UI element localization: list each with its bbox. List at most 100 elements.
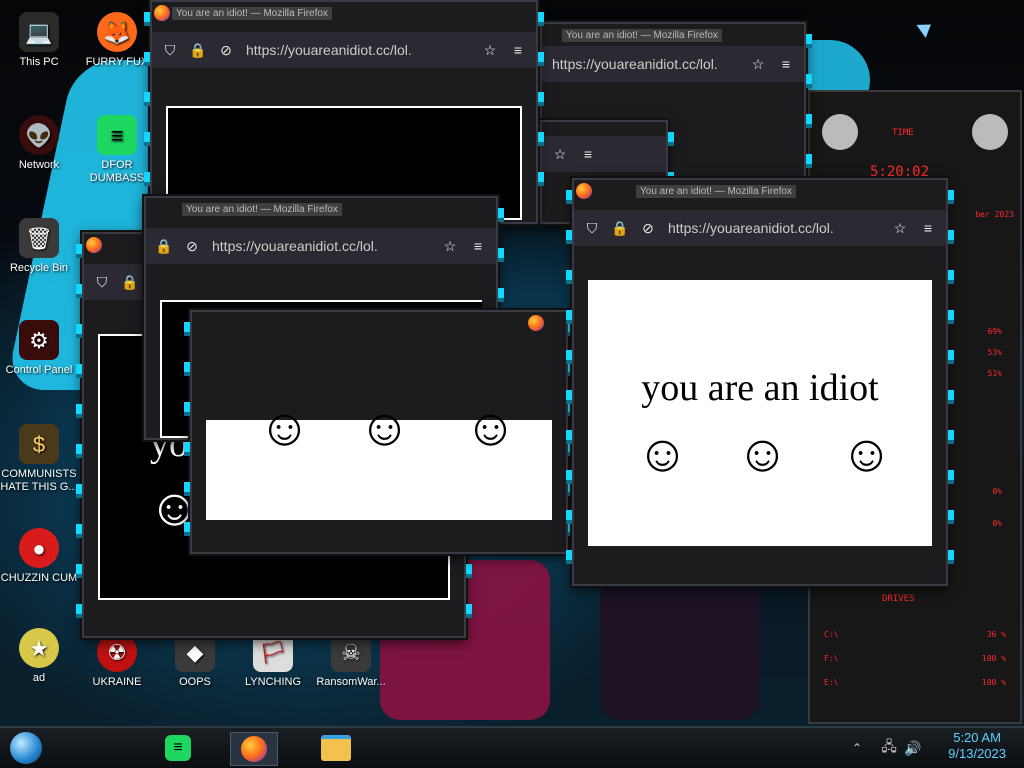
gadget-date: ber 2023 [975, 210, 1014, 219]
bookmark-star-icon[interactable]: ☆ [750, 56, 766, 72]
firefox-icon [241, 736, 267, 762]
tray-chevron[interactable]: ⌃ [848, 732, 866, 764]
desktop-icon-oops[interactable]: ◆ OOPS [156, 632, 234, 689]
menu-icon[interactable]: ≡ [580, 146, 596, 162]
window-titlebar[interactable]: You are an idiot! — Mozilla Firefox [574, 180, 946, 202]
lock-icon[interactable]: 🔒 [155, 238, 172, 254]
bookmark-star-icon[interactable]: ☆ [892, 220, 908, 236]
shield-icon[interactable]: ⛉ [162, 42, 178, 58]
desktop-icon-network[interactable]: 👽 Network [0, 115, 78, 172]
lock-icon[interactable]: 🔒 [121, 274, 138, 290]
desktop-icon-chuzzin-cum[interactable]: ● CHUZZIN CUM [0, 528, 78, 585]
browser-toolbar: 🔒 ⊘ https://youareanidiot.cc/lol. ☆ ≡ [146, 228, 496, 264]
desktop-icon-label: This PC [19, 56, 59, 68]
desktop-icon-communists[interactable]: $ COMMUNISTS HATE THIS G... [0, 424, 78, 494]
desktop-icon-label: COMMUNISTS HATE THIS G... [0, 468, 78, 493]
menu-icon[interactable]: ≡ [920, 220, 936, 236]
page-content: you are an idiot ☺ ☺ ☺ [588, 280, 932, 546]
shield-icon[interactable]: ⛉ [94, 274, 110, 290]
browser-toolbar: ⛉ 🔒 ⊘ https://youareanidiot.cc/lol. ☆ ≡ [152, 32, 536, 68]
smiley-icon: ☺ [840, 425, 894, 483]
permissions-icon[interactable]: ⊘ [640, 220, 656, 236]
shield-icon[interactable]: ⛉ [584, 220, 600, 236]
window-title: You are an idiot! — Mozilla Firefox [636, 184, 796, 198]
window-title: You are an idiot! — Mozilla Firefox [562, 28, 722, 42]
desktop: 💻 This PC 🦊 FURRY FUX 👽 Network ≡ DFOR D… [0, 0, 1024, 768]
desktop-icon-recycle-bin[interactable]: 🗑 Recycle Bin [0, 218, 78, 275]
window-titlebar[interactable]: You are an idiot! — Mozilla Firefox [146, 198, 496, 220]
app-icon: ◆ [175, 632, 215, 672]
browser-toolbar: ☆ ≡ [542, 136, 666, 172]
firefox-icon [154, 5, 170, 21]
desktop-icon-label: Recycle Bin [9, 262, 69, 274]
star-icon: ★ [19, 628, 59, 668]
desktop-icon-control-panel[interactable]: ⚙ Control Panel [0, 320, 78, 377]
permissions-icon[interactable]: ⊘ [218, 42, 234, 58]
permissions-icon[interactable]: ⊘ [184, 238, 200, 254]
alien-icon: 👽 [19, 115, 59, 155]
firefox-window-1[interactable]: You are an idiot! — Mozilla Firefox ⛉ 🔒 … [144, 0, 544, 224]
drive-letter: F:\ [824, 654, 839, 663]
firefox-window-7[interactable]: You are an idiot! — Mozilla Firefox ⛉ 🔒 … [566, 178, 954, 586]
firefox-icon [528, 315, 544, 331]
desktop-icon-ransomware[interactable]: ☠ RansomWar... [312, 632, 390, 689]
drives-label: DRIVES [882, 594, 915, 604]
lock-icon[interactable]: 🔒 [611, 220, 628, 236]
window-titlebar[interactable]: You are an idiot! — Mozilla Firefox [152, 2, 536, 24]
bookmark-star-icon[interactable]: ☆ [442, 238, 458, 254]
drive-row: E:\ 100 % [824, 678, 1006, 687]
drive-row: C:\ 36 % [824, 630, 1006, 639]
window-titlebar[interactable] [192, 312, 566, 334]
lock-icon[interactable]: 🔒 [189, 42, 206, 58]
smiley-icon: ☺ [358, 399, 412, 457]
url-bar[interactable]: https://youareanidiot.cc/lol. [212, 238, 430, 254]
stat-5: 0% [992, 519, 1002, 528]
desktop-icon-lynching[interactable]: 🏳 LYNCHING [234, 632, 312, 689]
spotify-icon: ≡ [97, 115, 137, 155]
spotify-icon: ≡ [165, 735, 191, 761]
desktop-icon-ukraine[interactable]: ☢ UKRAINE [78, 632, 156, 689]
drive-pct: 100 % [981, 678, 1006, 687]
firefox-window-6[interactable]: ☺ ☺ ☺ [184, 310, 574, 554]
time-label: TIME [892, 128, 914, 138]
clock-time: 5:20 AM [953, 730, 1001, 745]
firefox-icon: 🦊 [97, 12, 137, 52]
chuzzle-icon: ● [19, 528, 59, 568]
taskbar-firefox[interactable] [230, 732, 278, 766]
window-title: You are an idiot! — Mozilla Firefox [172, 6, 332, 20]
firefox-icon [86, 237, 102, 253]
menu-icon[interactable]: ≡ [778, 56, 794, 72]
url-bar[interactable]: https://youareanidiot.cc/lol. [552, 56, 738, 72]
flag-icon: 🏳 [253, 632, 293, 672]
taskbar-file-explorer[interactable] [316, 732, 356, 764]
desktop-icon-star[interactable]: ★ ad [0, 628, 78, 685]
bookmark-star-icon[interactable]: ☆ [482, 42, 498, 58]
radiation-icon: ☢ [97, 632, 137, 672]
desktop-icon-label: Network [18, 159, 60, 171]
stat-4: 0% [992, 487, 1002, 496]
taskbar-clock[interactable]: 5:20 AM 9/13/2023 [948, 730, 1006, 762]
url-bar[interactable]: https://youareanidiot.cc/lol. [668, 220, 880, 236]
window-titlebar[interactable]: You are an idiot! — Mozilla Firefox [542, 24, 804, 46]
recycle-bin-icon: 🗑 [19, 218, 59, 258]
idiot-message: you are an idiot [641, 367, 879, 409]
menu-icon[interactable]: ≡ [510, 42, 526, 58]
browser-toolbar: https://youareanidiot.cc/lol. ☆ ≡ [542, 46, 804, 82]
taskbar-spotify[interactable]: ≡ [160, 732, 196, 764]
url-bar[interactable]: https://youareanidiot.cc/lol. [246, 42, 470, 58]
firefox-icon [576, 183, 592, 199]
volume-tray-icon[interactable]: 🔊 [904, 732, 922, 764]
smiley-icon: ☺ [258, 399, 312, 457]
menu-icon[interactable]: ≡ [470, 238, 486, 254]
desktop-icon-label: RansomWar... [316, 676, 386, 688]
bookmark-star-icon[interactable]: ☆ [552, 146, 568, 162]
browser-toolbar: ⛉ 🔒 ⊘ https://youareanidiot.cc/lol. ☆ ≡ [574, 210, 946, 246]
network-tray-icon[interactable]: 🖧 [880, 732, 898, 764]
clock-date: 9/13/2023 [948, 746, 1006, 761]
computer-icon: 💻 [19, 12, 59, 52]
desktop-icon-label: UKRAINE [92, 676, 142, 688]
desktop-icon-label: LYNCHING [244, 676, 302, 688]
desktop-icon-label: ad [32, 672, 46, 684]
start-button[interactable] [8, 732, 44, 764]
desktop-icon-this-pc[interactable]: 💻 This PC [0, 12, 78, 69]
